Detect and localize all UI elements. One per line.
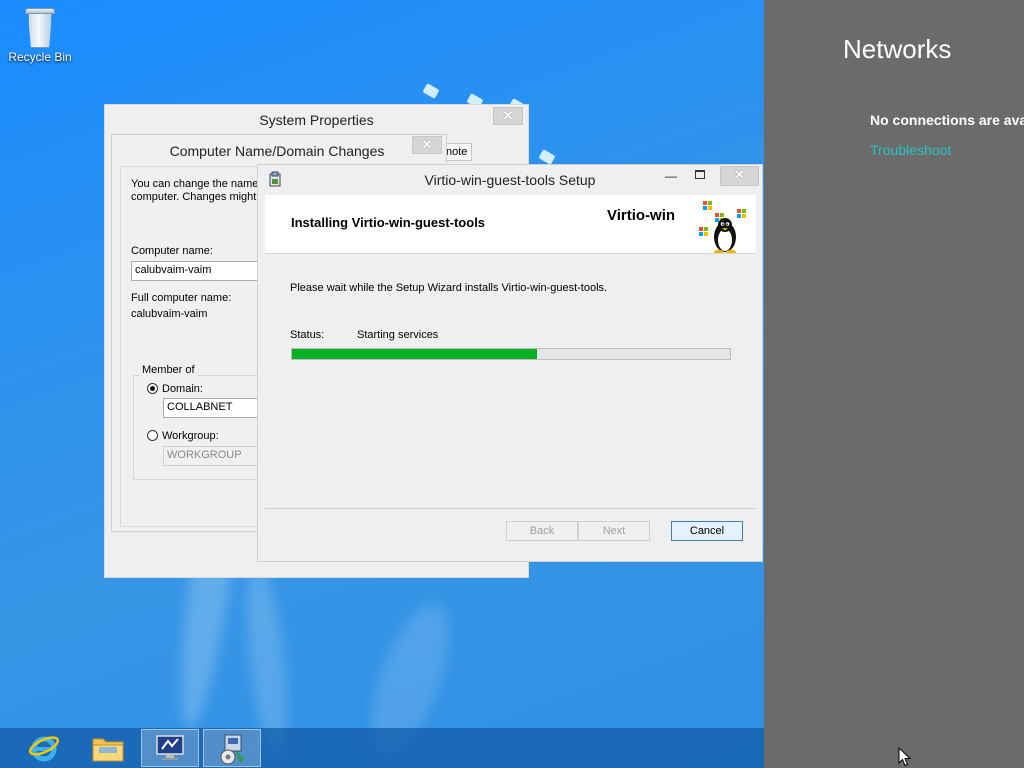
close-icon: ✕ bbox=[421, 137, 433, 152]
computer-name-dialog-title: Computer Name/Domain Changes bbox=[169, 143, 385, 159]
computer-name-label: Computer name: bbox=[131, 245, 213, 257]
taskbar-setup-installer[interactable] bbox=[203, 729, 261, 767]
back-button[interactable]: Back bbox=[506, 521, 578, 541]
status-label: Status: bbox=[290, 329, 325, 341]
setup-installer-icon bbox=[220, 734, 244, 765]
taskbar bbox=[0, 728, 764, 768]
recycle-bin-shortcut[interactable]: Recycle Bin bbox=[4, 6, 76, 64]
system-properties-title: System Properties bbox=[259, 112, 374, 128]
cancel-button[interactable]: Cancel bbox=[671, 521, 743, 541]
mouse-cursor-icon bbox=[898, 747, 912, 767]
setup-wizard-divider bbox=[265, 508, 756, 509]
full-computer-name-value: calubvaim-vaim bbox=[131, 308, 208, 320]
workgroup-label: Workgroup: bbox=[162, 430, 219, 442]
system-properties-icon bbox=[156, 735, 184, 760]
recycle-bin-icon bbox=[25, 8, 55, 48]
domain-label: Domain: bbox=[162, 383, 203, 395]
setup-wizard-banner: Installing Virtio-win-guest-tools Virtio… bbox=[265, 195, 756, 254]
taskbar-file-explorer[interactable] bbox=[79, 729, 137, 767]
troubleshoot-link[interactable]: Troubleshoot bbox=[870, 142, 951, 158]
close-icon: ✕ bbox=[734, 167, 745, 182]
workgroup-radio[interactable] bbox=[147, 430, 158, 441]
wallpaper-flake bbox=[538, 149, 556, 165]
install-progress-bar bbox=[291, 348, 731, 360]
maximize-button[interactable] bbox=[695, 170, 705, 179]
no-connections-message: No connections are ava bbox=[870, 112, 1024, 128]
minimize-button[interactable]: — bbox=[665, 169, 677, 183]
install-progress-fill bbox=[292, 349, 538, 359]
setup-wizard-window: Virtio-win-guest-tools Setup — ✕ Install… bbox=[257, 164, 763, 562]
file-explorer-icon bbox=[92, 738, 124, 762]
domain-field[interactable]: COLLABNET bbox=[163, 398, 263, 418]
taskbar-internet-explorer[interactable] bbox=[16, 729, 74, 767]
computer-name-field[interactable]: calubvaim-vaim bbox=[131, 261, 261, 281]
tux-penguin-logo-icon bbox=[699, 201, 746, 253]
desktop-background: Recycle Bin System Properties ✕ note Com… bbox=[0, 0, 764, 768]
networks-panel: Networks No connections are ava Troubles… bbox=[764, 0, 1024, 768]
internet-explorer-icon bbox=[28, 736, 60, 762]
setup-wait-message: Please wait while the Setup Wizard insta… bbox=[290, 282, 608, 294]
virtio-win-brand: Virtio-win bbox=[607, 207, 676, 224]
taskbar-system-properties[interactable] bbox=[141, 729, 199, 767]
setup-wizard-heading: Installing Virtio-win-guest-tools bbox=[291, 215, 486, 230]
setup-wizard-titlebar[interactable]: Virtio-win-guest-tools Setup — ✕ bbox=[258, 165, 762, 193]
setup-wizard-body: Please wait while the Setup Wizard insta… bbox=[265, 255, 756, 509]
networks-title: Networks bbox=[843, 34, 952, 64]
computer-name-dialog-close-button[interactable]: ✕ bbox=[412, 136, 442, 154]
setup-wizard-close-button[interactable]: ✕ bbox=[720, 166, 759, 186]
workgroup-field[interactable]: WORKGROUP bbox=[163, 446, 263, 466]
domain-radio[interactable] bbox=[147, 383, 158, 394]
setup-wizard-title: Virtio-win-guest-tools Setup bbox=[424, 172, 596, 188]
full-computer-name-label: Full computer name: bbox=[131, 292, 232, 304]
member-of-label: Member of bbox=[140, 364, 197, 376]
close-icon: ✕ bbox=[502, 108, 514, 123]
status-value: Starting services bbox=[357, 329, 439, 341]
next-button[interactable]: Next bbox=[578, 521, 650, 541]
recycle-bin-label: Recycle Bin bbox=[8, 50, 72, 64]
system-properties-close-button[interactable]: ✕ bbox=[493, 107, 523, 125]
wallpaper-flake bbox=[422, 83, 440, 99]
